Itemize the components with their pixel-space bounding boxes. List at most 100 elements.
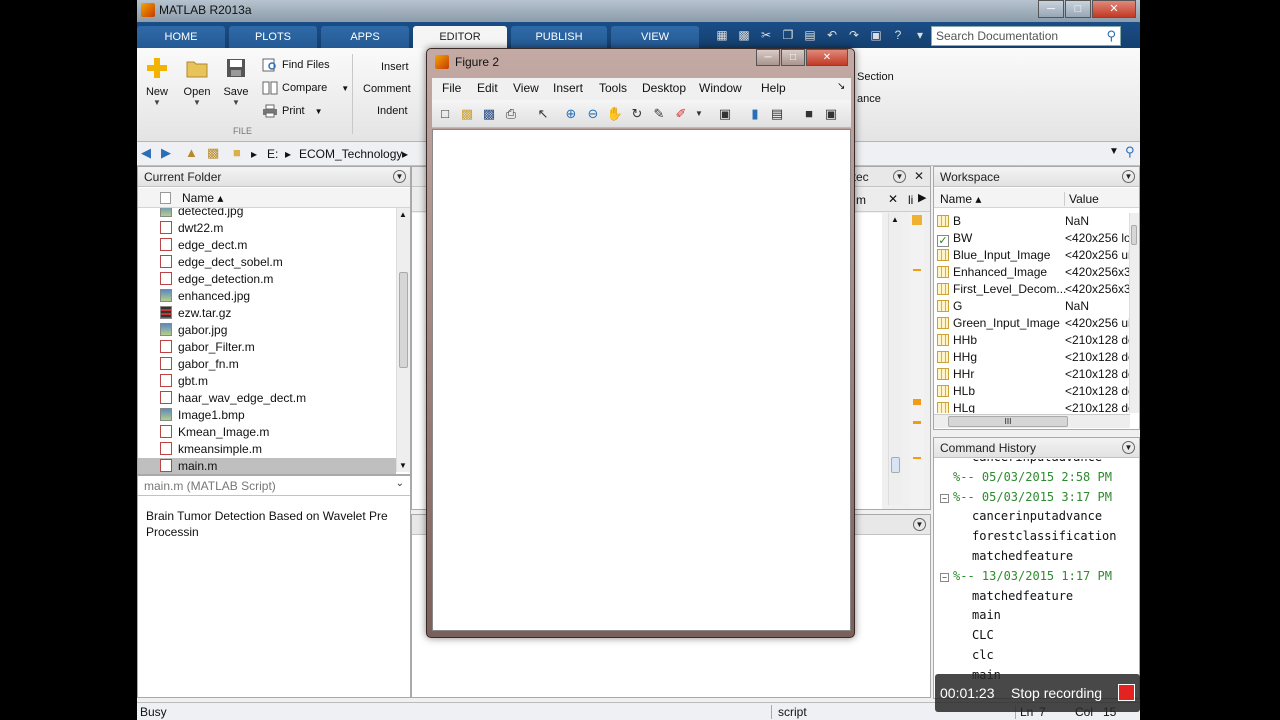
editor-menu-icon[interactable]: ▼ [893,170,906,183]
tab-apps[interactable]: APPS [321,26,409,48]
qat-dropdown-icon[interactable]: ▾ [910,26,930,44]
tab-home[interactable]: HOME [137,26,225,48]
advance-button[interactable]: ance [857,90,881,108]
figure-menu-desktop[interactable]: Desktop [642,81,686,95]
file-list-item[interactable]: gabor.jpg [138,322,396,339]
file-list-item[interactable]: gabor_fn.m [138,356,396,373]
file-list-item[interactable]: Kmean_Image.m [138,424,396,441]
tab-scroll-right-icon[interactable]: ▶ [918,191,926,204]
save-button[interactable]: Save ▼ [216,56,256,107]
workspace-column-header[interactable]: Name ▴ Value [934,188,1139,208]
history-session-header[interactable]: − %-- 05/03/2015 3:17 PM [934,487,1129,507]
file-list-item[interactable]: ezw.tar.gz [138,305,396,322]
file-list-item[interactable]: Image1.bmp [138,407,396,424]
new-button[interactable]: New ▼ [137,56,177,107]
workspace-hscrollbar[interactable]: III [934,414,1130,428]
address-dropdown-icon[interactable]: ▼ [1109,146,1119,157]
workspace-scroll-thumb[interactable] [1131,225,1137,245]
forward-arrow-icon[interactable]: ▶ [161,145,171,161]
save-icon[interactable]: ▩ [734,26,754,44]
history-command[interactable]: CLC [934,625,1129,645]
breadcrumb-folder[interactable]: ECOM_Technology [299,147,402,161]
history-command[interactable]: forestclassification [934,526,1129,546]
collapse-session-icon[interactable] [940,472,949,481]
close-button[interactable]: ✕ [1092,0,1136,18]
layout-icon[interactable]: ▦ [712,26,732,44]
redo-icon[interactable]: ↷ [844,26,864,44]
rotate-3d-icon[interactable]: ↻ [628,105,646,123]
insert-button[interactable]: Insert [381,58,409,76]
switch-windows-icon[interactable]: ▣ [866,26,886,44]
figure-menu-edit[interactable]: Edit [477,81,498,95]
file-list-item[interactable]: gabor_Filter.m [138,339,396,356]
workspace-variable-row[interactable]: HHg <210x128 dc [934,349,1129,366]
section-button[interactable]: Section [857,68,894,86]
pan-hand-icon[interactable]: ✋ [606,105,624,123]
paste-icon[interactable]: ▤ [800,26,820,44]
command-window-menu-icon[interactable]: ▼ [913,518,926,531]
address-search-icon[interactable]: ⚲ [1125,144,1135,160]
workspace-variable-row[interactable]: Green_Input_Image <420x256 ui [934,315,1129,332]
file-list-item[interactable]: edge_detection.m [138,271,396,288]
workspace-variable-row[interactable]: Enhanced_Image <420x256x3 [934,264,1129,281]
tab-view[interactable]: VIEW [611,26,699,48]
figure-maximize-button[interactable]: □ [781,49,805,66]
search-documentation-input[interactable]: Search Documentation ⚲ [931,26,1121,46]
file-list-item[interactable]: edge_dect.m [138,237,396,254]
editor-scrollbar[interactable]: ▲ [888,213,902,505]
show-plot-tools-icon[interactable]: ▣ [822,105,840,123]
panel-menu-icon[interactable]: ▼ [393,170,406,183]
open-file-icon[interactable]: ▩ [458,105,476,123]
edit-plot-arrow-icon[interactable]: ↖ [534,105,552,123]
scroll-up-icon[interactable]: ▲ [891,215,899,224]
workspace-variable-row[interactable]: Blue_Input_Image <420x256 ui [934,247,1129,264]
file-list-item[interactable]: edge_dect_sobel.m [138,254,396,271]
file-list-item[interactable]: gbt.m [138,373,396,390]
history-command[interactable]: cancerinputadvance [934,459,1129,467]
file-list-item[interactable]: dwt22.m [138,220,396,237]
workspace-vscrollbar[interactable] [1129,213,1139,413]
collapse-session-icon[interactable]: − [940,493,949,503]
stop-recording-button[interactable]: Stop recording [1011,685,1102,701]
analyzer-status-icon[interactable] [912,215,922,225]
file-list-item[interactable]: haar_wav_edge_dect.m [138,390,396,407]
compare-button[interactable]: Compare ▼ [262,79,349,97]
minimize-button[interactable]: ─ [1038,0,1064,18]
insert-colorbar-icon[interactable]: ▮ [746,105,764,123]
workspace-menu-icon[interactable]: ▼ [1122,170,1135,183]
workspace-variable-row[interactable]: First_Level_Decom... <420x256x3 [934,281,1129,298]
indent-button[interactable]: Indent [377,102,408,120]
warning-marker[interactable] [913,399,921,405]
workspace-variable-row[interactable]: ✓ BW <420x256 lo [934,230,1129,247]
back-arrow-icon[interactable]: ◀ [141,145,151,161]
file-list-item[interactable]: detected.jpg [138,208,396,220]
insert-legend-icon[interactable]: ▤ [768,105,786,123]
zoom-out-icon[interactable]: ⊖ [584,105,602,123]
editor-scroll-thumb[interactable] [891,457,900,473]
tab-publish[interactable]: PUBLISH [511,26,607,48]
history-command[interactable]: cancerinputadvance [934,506,1129,526]
file-list-item[interactable]: kmeansimple.m [138,441,396,458]
history-command[interactable]: clc [934,645,1129,665]
workspace-name-column[interactable]: Name ▴ [940,192,981,206]
breadcrumb-drive[interactable]: E: [267,147,278,161]
workspace-variable-row[interactable]: HLb <210x128 dc [934,383,1129,400]
warning-marker[interactable] [913,421,921,424]
collapse-icon[interactable]: ⌄ [396,478,404,489]
up-folder-icon[interactable]: ▲ [185,145,198,160]
brush-icon[interactable]: ✐ [672,105,690,123]
tab-plots[interactable]: PLOTS [229,26,317,48]
save-figure-icon[interactable]: ▩ [480,105,498,123]
zoom-in-icon[interactable]: ⊕ [562,105,580,123]
tab-editor[interactable]: EDITOR [413,26,507,48]
figure-menu-view[interactable]: View [513,81,539,95]
figure-menu-window[interactable]: Window [699,81,742,95]
workspace-variable-row[interactable]: B NaN [934,213,1129,230]
workspace-variable-row[interactable]: HHb <210x128 dc [934,332,1129,349]
scroll-thumb[interactable] [399,272,408,368]
scroll-up-icon[interactable]: ▲ [399,210,407,219]
editor-close-icon[interactable]: ✕ [914,169,924,183]
search-icon[interactable]: ⚲ [1106,28,1116,44]
warning-marker[interactable] [913,269,921,271]
figure-close-button[interactable]: ✕ [806,49,848,66]
